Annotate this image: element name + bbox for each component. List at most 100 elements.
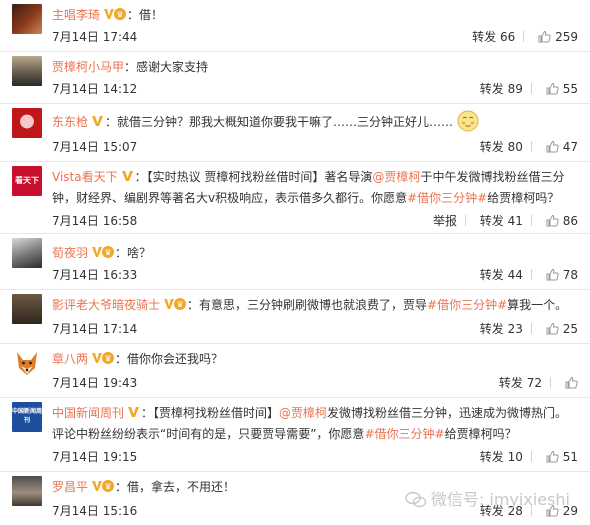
comment-text: 评论中粉丝纷纷表示“时间有的是，只要贾导需要”，你愿意 xyxy=(52,427,365,441)
comment-item: 东东枪 ：就借三分钟？那我大概知道你要我干嘛了……三分钟正好儿…… 7月14日 1… xyxy=(0,104,590,162)
username[interactable]: 主唱李琦 xyxy=(52,8,100,22)
username[interactable]: 影评老大爷暗夜骑士 xyxy=(52,298,160,312)
comment-text: ：有意思，三分钟刷刷微博也就浪费了，贾导 xyxy=(187,298,428,312)
like-count: 55 xyxy=(562,82,578,96)
timestamp: 7月14日 16:33 xyxy=(52,268,138,282)
divider xyxy=(550,377,551,388)
divider xyxy=(530,323,532,334)
comment-text: 发微博找粉丝借三分钟，迅速成为微博热门。 xyxy=(327,406,568,420)
vip-badge-icon xyxy=(127,405,141,424)
like-count: 259 xyxy=(555,30,578,44)
thumbs-up-icon[interactable] xyxy=(546,140,559,157)
comment-text: 算我一个。 xyxy=(507,298,568,312)
report-button[interactable]: 举报 xyxy=(433,213,457,229)
username[interactable]: 贾樟柯小马甲 xyxy=(52,60,124,74)
avatar[interactable] xyxy=(12,476,42,506)
mention-link[interactable]: @贾樟柯 xyxy=(279,406,327,420)
repost-button[interactable]: 转发 10 xyxy=(480,449,523,465)
avatar[interactable] xyxy=(12,348,42,378)
timestamp: 7月14日 15:07 xyxy=(52,140,138,154)
avatar-logo-text: 看天下 xyxy=(15,176,39,185)
timestamp: 7月14日 17:14 xyxy=(52,322,138,336)
username[interactable]: 中国新闻周刊 xyxy=(52,406,124,420)
vip-badge-icon: ♛ xyxy=(103,7,127,26)
comment-text: ：感谢大家支持 xyxy=(124,60,209,74)
thumbs-up-icon[interactable] xyxy=(546,450,559,467)
topic-link[interactable]: #借你三分钟# xyxy=(407,191,487,205)
username[interactable]: 东东枪 xyxy=(52,115,88,129)
timestamp: 7月14日 19:15 xyxy=(52,450,138,464)
comment-text: 给贾樟柯吗？ xyxy=(444,427,517,441)
timestamp: 7月14日 17:44 xyxy=(52,30,138,44)
wechat-watermark: 微信号: imyixieshi xyxy=(405,486,570,513)
like-count: 78 xyxy=(562,268,578,282)
username[interactable]: 章八两 xyxy=(52,352,88,366)
svg-text:♛: ♛ xyxy=(104,248,111,257)
like-count: 51 xyxy=(562,450,578,464)
repost-button[interactable]: 转发 66 xyxy=(472,29,515,45)
divider xyxy=(523,31,525,42)
mention-link[interactable]: @贾樟柯 xyxy=(372,170,420,184)
avatar[interactable]: 看天下 xyxy=(12,166,42,196)
comment-item: 贾樟柯小马甲：感谢大家支持 7月14日 14:12 转发 89 55 xyxy=(0,52,590,104)
vip-badge-icon: ♛ xyxy=(91,479,115,498)
username[interactable]: Vista看天下 xyxy=(52,170,118,184)
avatar[interactable] xyxy=(12,294,42,324)
thumbs-up-icon[interactable] xyxy=(546,82,559,99)
svg-text:♛: ♛ xyxy=(104,354,111,363)
fox-avatar-icon xyxy=(17,352,37,375)
avatar[interactable] xyxy=(12,108,42,138)
comment-text: ：就借三分钟？那我大概知道你要我干嘛了……三分钟正好儿…… xyxy=(105,115,454,129)
thumbs-up-icon[interactable] xyxy=(565,376,578,393)
repost-button[interactable]: 转发 44 xyxy=(480,267,523,283)
blushing-emoji-icon xyxy=(457,110,479,137)
divider xyxy=(530,451,532,462)
comment-text: ：【实时热议 贾樟柯找粉丝借时间】著名导演 xyxy=(134,170,373,184)
divider xyxy=(530,141,532,152)
wechat-icon xyxy=(405,491,427,513)
vip-badge-icon: ♛ xyxy=(163,297,187,316)
topic-link[interactable]: #借你三分钟# xyxy=(364,427,444,441)
divider xyxy=(530,215,532,226)
comment-item: 中国新闻周刊 中国新闻周刊 ：【贾樟柯找粉丝借时间】@贾樟柯发微博找粉丝借三分钟，… xyxy=(0,398,590,472)
repost-button[interactable]: 转发 72 xyxy=(499,375,542,391)
thumbs-up-icon[interactable] xyxy=(546,268,559,285)
divider xyxy=(530,83,532,94)
thumbs-up-icon[interactable] xyxy=(538,30,551,47)
comment-text: 于中午发微博找粉丝借三分 xyxy=(420,170,565,184)
vip-badge-icon: ♛ xyxy=(91,351,115,370)
thumbs-up-icon[interactable] xyxy=(546,214,559,231)
vip-badge-icon xyxy=(91,114,105,133)
timestamp: 7月14日 14:12 xyxy=(52,82,138,96)
repost-button[interactable]: 转发 23 xyxy=(480,321,523,337)
timestamp: 7月14日 19:43 xyxy=(52,376,138,390)
comment-item: 影评老大爷暗夜骑士 ♛ ：有意思，三分钟刷刷微博也就浪费了，贾导#借你三分钟#算我一… xyxy=(0,290,590,344)
avatar[interactable] xyxy=(12,56,42,86)
repost-button[interactable]: 转发 80 xyxy=(480,139,523,155)
avatar[interactable] xyxy=(12,4,42,34)
topic-link[interactable]: #借你三分钟# xyxy=(427,298,507,312)
comment-text: ：借，拿去，不用还！ xyxy=(115,480,236,494)
avatar[interactable]: 中国新闻周刊 xyxy=(12,402,42,432)
watermark-text: 微信号: imyixieshi xyxy=(430,490,570,509)
like-count: 47 xyxy=(562,140,578,154)
avatar-logo-text: 中国新闻周刊 xyxy=(12,408,42,424)
like-count: 86 xyxy=(562,214,578,228)
username[interactable]: 荀夜羽 xyxy=(52,246,88,260)
vip-badge-icon xyxy=(121,169,135,188)
comment-text: ：借！ xyxy=(127,8,164,22)
svg-text:♛: ♛ xyxy=(116,10,123,19)
like-count: 25 xyxy=(562,322,578,336)
comment-item: 主唱李琦 ♛ ：借！ 7月14日 17:44 转发 66 259 xyxy=(0,0,590,52)
comment-text: ：【贾樟柯找粉丝借时间】 xyxy=(141,406,280,420)
repost-button[interactable]: 转发 89 xyxy=(480,81,523,97)
comment-text: ：啥？ xyxy=(115,246,152,260)
comment-item: 荀夜羽 ♛ ：啥？ 7月14日 16:33 转发 44 78 xyxy=(0,234,590,290)
thumbs-up-icon[interactable] xyxy=(546,322,559,339)
repost-button[interactable]: 转发 41 xyxy=(480,213,523,229)
comment-text: 钟，财经界、编剧界等著名大v积极响应，表示借多久都行。你愿意 xyxy=(52,191,408,205)
comment-text: 给贾樟柯吗？ xyxy=(487,191,560,205)
username[interactable]: 罗昌平 xyxy=(52,480,88,494)
comment-text: ：借你你会还我吗？ xyxy=(115,352,224,366)
avatar[interactable] xyxy=(12,238,42,268)
